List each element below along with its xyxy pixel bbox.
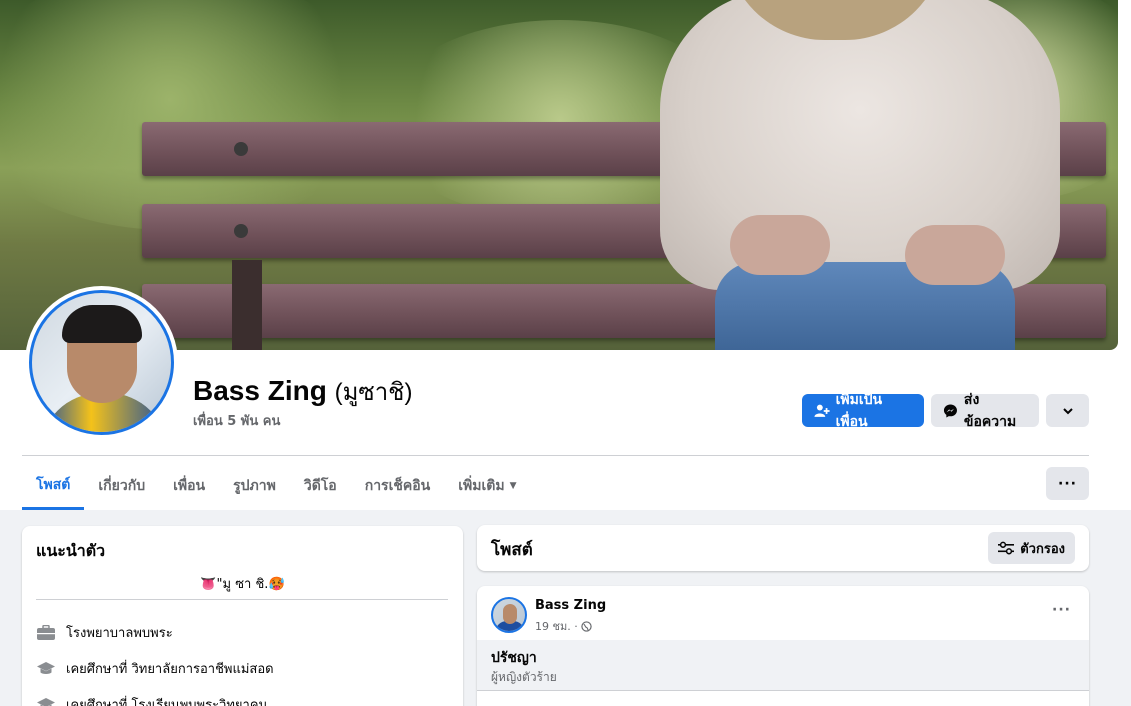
bench-leg: [232, 260, 262, 350]
profile-more-button[interactable]: [1046, 394, 1089, 427]
post-time-text[interactable]: 19 ชม. ·: [535, 617, 578, 635]
post-title: ปรัชญา: [491, 650, 537, 666]
tab-more[interactable]: เพิ่มเติม ▼: [444, 463, 530, 508]
tab-checkins[interactable]: การเช็คอิน: [351, 463, 445, 508]
profile-tabs: โพสต์ เกี่ยวกับ เพื่อน รูปภาพ วิดีโอ การ…: [22, 463, 531, 510]
chevron-down-icon: [1062, 407, 1073, 414]
graduation-cap-icon: [37, 661, 55, 674]
graduation-cap-icon: [37, 697, 55, 706]
intro-item-text[interactable]: โรงพยาบาลพบพระ: [66, 622, 173, 643]
briefcase-icon: [37, 624, 55, 640]
intro-item-text[interactable]: เคยศึกษาที่ วิทยาลัยการอาชีพแม่สอด: [66, 658, 274, 679]
messenger-icon: [943, 403, 957, 418]
figure-hand: [905, 225, 1005, 285]
post-divider: [477, 690, 1089, 691]
tab-posts[interactable]: โพสต์: [22, 463, 85, 510]
tab-about[interactable]: เกี่ยวกับ: [84, 463, 159, 508]
add-friend-icon: [814, 404, 830, 417]
post-author-name[interactable]: Bass Zing: [535, 598, 606, 613]
cover-foliage: [0, 0, 380, 230]
tab-photos[interactable]: รูปภาพ: [219, 463, 290, 508]
profile-name-text: Bass Zing: [193, 375, 327, 406]
filter-label: ตัวกรอง: [1020, 541, 1065, 557]
tab-friends[interactable]: เพื่อน: [159, 463, 219, 508]
post-subtitle: ผู้หญิงตัวร้าย: [491, 670, 557, 684]
add-friend-button[interactable]: เพิ่มเป็นเพื่อน: [802, 392, 924, 430]
filter-button[interactable]: ตัวกรอง: [988, 532, 1075, 564]
post-content[interactable]: ปรัชญา ผู้หญิงตัวร้าย: [477, 640, 1089, 690]
profile-name: Bass Zing (มูซาชิ): [193, 372, 412, 411]
intro-bio: 👅"มู ซา ชิ.🥵: [200, 577, 285, 592]
posts-header-card: โพสต์ ตัวกรอง: [477, 525, 1089, 571]
more-dots-icon: ···: [1058, 475, 1077, 492]
tab-label: เพิ่มเติม: [458, 477, 505, 494]
post-author-avatar[interactable]: [491, 597, 527, 633]
intro-title: แนะนำตัว: [36, 541, 106, 560]
tab-label: การเช็คอิน: [364, 477, 431, 494]
post-menu-button[interactable]: ···: [1052, 602, 1071, 618]
tab-label: รูปภาพ: [233, 477, 276, 494]
add-friend-label: เพิ่มเป็นเพื่อน: [835, 391, 883, 430]
caret-down-icon: ▼: [509, 480, 517, 491]
tab-label: เกี่ยวกับ: [98, 477, 146, 494]
intro-item-work: โรงพยาบาลพบพระ: [36, 622, 173, 643]
profile-avatar[interactable]: [25, 286, 178, 439]
message-button[interactable]: ส่งข้อความ: [931, 392, 1039, 430]
avatar-photo: [29, 290, 174, 435]
intro-card: แนะนำตัว 👅"มู ซา ชิ.🥵 โรงพยาบาลพบพระ เคย…: [22, 526, 463, 706]
message-label: ส่งข้อความ: [963, 391, 1017, 430]
intro-item-education: เคยศึกษาที่ โรงเรียนพบพระวิทยาคม: [36, 694, 267, 706]
post-card: Bass Zing 19 ชม. · ··· ปรัชญา ผู้หญิงตัว…: [477, 586, 1089, 706]
tab-label: วิดีโอ: [303, 477, 337, 494]
posts-title: โพสต์: [491, 540, 533, 560]
filter-sliders-icon: [998, 541, 1015, 555]
intro-divider: [36, 599, 448, 600]
intro-item-education: เคยศึกษาที่ วิทยาลัยการอาชีพแม่สอด: [36, 658, 274, 679]
profile-alt-name: (มูซาชิ): [334, 379, 413, 406]
tabs-menu-button[interactable]: ···: [1046, 467, 1089, 500]
friend-count[interactable]: เพื่อน 5 พัน คน: [193, 410, 280, 431]
tab-label: โพสต์: [36, 477, 71, 493]
tab-label: เพื่อน: [173, 477, 206, 494]
tab-videos[interactable]: วิดีโอ: [290, 463, 351, 508]
figure-hand: [730, 215, 830, 275]
intro-item-text[interactable]: เคยศึกษาที่ โรงเรียนพบพระวิทยาคม: [66, 694, 267, 706]
globe-icon: [581, 620, 592, 632]
post-timestamp: 19 ชม. ·: [535, 617, 592, 635]
header-divider: [22, 455, 1089, 456]
cover-photo[interactable]: [0, 0, 1118, 350]
